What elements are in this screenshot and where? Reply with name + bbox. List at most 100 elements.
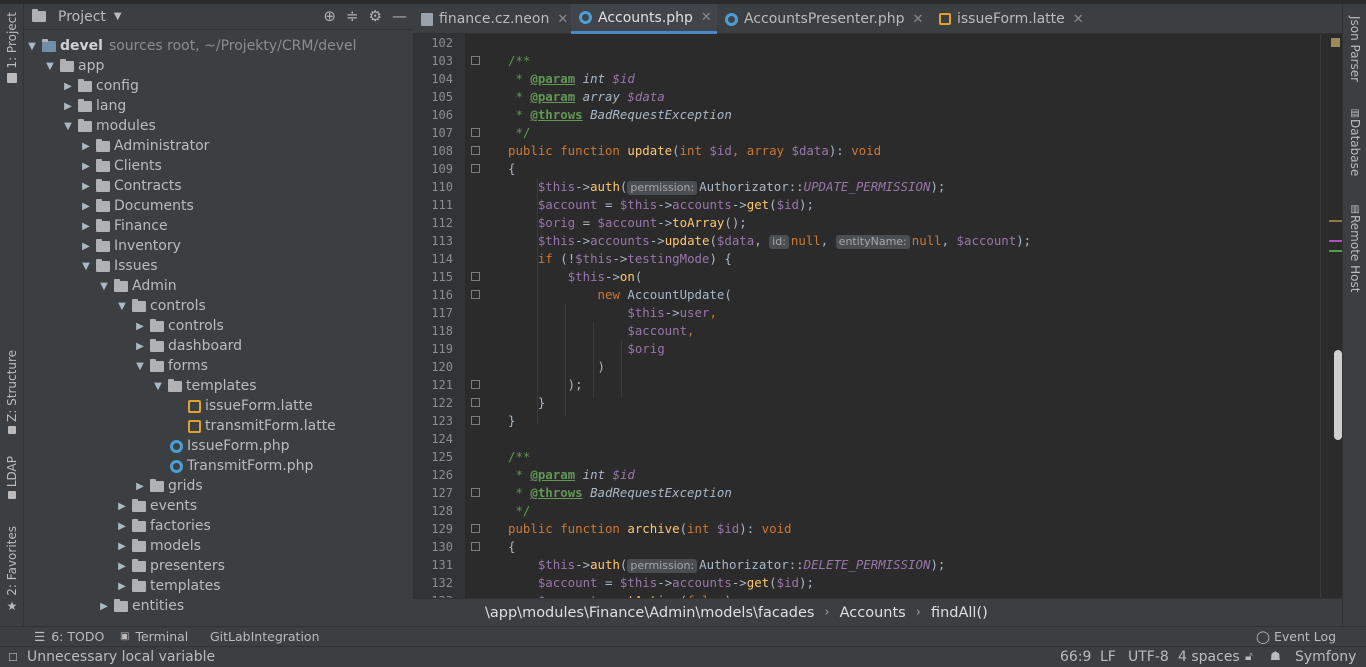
toggle-tool-windows-icon[interactable]: ☐ — [8, 651, 18, 664]
close-icon[interactable]: ✕ — [913, 12, 924, 27]
event-log-button[interactable]: ◯ Event Log — [1256, 629, 1336, 644]
project-view-selector[interactable]: Project ▼ — [58, 9, 122, 25]
tree-node[interactable]: ▼ forms — [134, 356, 208, 376]
chevron-right-icon[interactable]: ▶ — [134, 341, 146, 352]
remote-host-tool-tab[interactable]: ▥ Remote Host — [1343, 204, 1366, 292]
json-parser-tool-tab[interactable]: Json Parser — [1343, 16, 1366, 82]
collapse-all-icon[interactable]: ≑ — [346, 7, 359, 25]
tree-node[interactable]: ▼ app — [44, 56, 104, 76]
database-tool-tab[interactable]: ▤ Database — [1343, 108, 1366, 176]
tree-node[interactable]: ▶ lang — [62, 96, 126, 116]
locate-icon[interactable]: ⊕ — [323, 7, 336, 25]
fold-marker-icon[interactable] — [471, 488, 480, 497]
tree-node[interactable]: ▶ Contracts — [80, 176, 181, 196]
breadcrumb-class[interactable]: Accounts — [840, 605, 906, 621]
tree-node[interactable]: ▶ dashboard — [134, 336, 242, 356]
chevron-down-icon[interactable]: ▼ — [80, 261, 92, 272]
project-tool-tab[interactable]: 1: Project — [0, 12, 24, 83]
tree-node[interactable]: ▶ presenters — [116, 556, 225, 576]
tab-accounts-php[interactable]: Accounts.php ✕ — [571, 4, 717, 34]
caret-position[interactable]: 66:9 — [1060, 649, 1091, 665]
tree-node[interactable]: ▶ factories — [116, 516, 211, 536]
tab-issueform-latte[interactable]: issueForm.latte ✕ — [931, 4, 1101, 34]
inspection-status-icon[interactable] — [1331, 38, 1340, 47]
chevron-right-icon[interactable]: ▶ — [62, 81, 74, 92]
chevron-down-icon[interactable]: ▼ — [134, 361, 146, 372]
terminal-tool-button[interactable]: ▣ Terminal — [120, 629, 188, 644]
fold-marker-icon[interactable] — [471, 128, 480, 137]
framework-indicator[interactable]: Symfony — [1295, 649, 1356, 665]
tree-node[interactable]: ▼ templates — [152, 376, 256, 396]
tree-node[interactable]: ▶ templates — [116, 576, 220, 596]
chevron-right-icon[interactable]: ▶ — [116, 541, 128, 552]
fold-marker-icon[interactable] — [471, 416, 480, 425]
tree-node[interactable]: ▶ Administrator — [80, 136, 209, 156]
tree-node[interactable]: ▶ Documents — [80, 196, 194, 216]
fold-marker-icon[interactable] — [471, 542, 480, 551]
tree-node[interactable]: ▶ Finance — [80, 216, 167, 236]
tree-node[interactable]: ▶ Inventory — [80, 236, 181, 256]
todo-tool-button[interactable]: ☰ 6: TODO — [34, 629, 104, 644]
breadcrumb-namespace[interactable]: \app\modules\Finance\Admin\models\facade… — [485, 605, 814, 621]
close-icon[interactable]: ✕ — [1073, 12, 1084, 27]
chevron-right-icon[interactable]: ▶ — [116, 521, 128, 532]
chevron-right-icon[interactable]: ▶ — [80, 181, 92, 192]
fold-marker-icon[interactable] — [471, 524, 480, 533]
change-marker[interactable] — [1329, 240, 1342, 242]
tree-node-file[interactable]: transmitForm.latte — [182, 416, 336, 436]
tree-node[interactable]: ▶ entities — [98, 596, 184, 616]
structure-tool-tab[interactable]: Z: Structure — [0, 350, 24, 434]
fold-marker-icon[interactable] — [471, 272, 480, 281]
close-icon[interactable]: ✕ — [701, 10, 712, 25]
fold-marker-icon[interactable] — [471, 146, 480, 155]
tree-node[interactable]: ▶ controls — [134, 316, 224, 336]
file-encoding[interactable]: UTF-8 — [1128, 649, 1169, 665]
tree-node-file[interactable]: issueForm.latte — [182, 396, 313, 416]
tree-node[interactable]: ▶ models — [116, 536, 201, 556]
indent-setting[interactable]: 4 spaces — [1178, 649, 1240, 665]
lock-icon[interactable]: 🔓︎ — [1245, 649, 1253, 664]
fold-marker-icon[interactable] — [471, 56, 480, 65]
fold-marker-icon[interactable] — [471, 380, 480, 389]
close-icon[interactable]: ✕ — [557, 12, 568, 27]
tree-node[interactable]: ▼ modules — [62, 116, 156, 136]
chevron-right-icon[interactable]: ▶ — [98, 601, 110, 612]
chevron-right-icon[interactable]: ▶ — [80, 141, 92, 152]
tree-node-file[interactable]: IssueForm.php — [164, 436, 290, 456]
chevron-down-icon[interactable]: ▼ — [116, 301, 128, 312]
gitlab-tool-button[interactable]: GitLabIntegration — [210, 629, 320, 644]
chevron-down-icon[interactable]: ▼ — [26, 41, 38, 52]
line-separator[interactable]: LF — [1100, 649, 1116, 665]
chevron-right-icon[interactable]: ▶ — [62, 101, 74, 112]
gear-icon[interactable]: ⚙ — [369, 7, 382, 25]
tree-node[interactable]: ▶ grids — [134, 476, 203, 496]
code-editor[interactable]: 102 103 104 105 106 107 108 109 110 111 … — [413, 34, 1342, 598]
tree-node[interactable]: ▼ Admin — [98, 276, 176, 296]
favorites-tool-tab[interactable]: 2: Favorites ★ — [0, 526, 24, 613]
tree-node[interactable]: ▼ Issues — [80, 256, 157, 276]
fold-marker-icon[interactable] — [471, 290, 480, 299]
chevron-right-icon[interactable]: ▶ — [116, 581, 128, 592]
fold-marker-icon[interactable] — [471, 398, 480, 407]
change-marker[interactable] — [1329, 250, 1342, 252]
tree-node[interactable]: ▶ events — [116, 496, 197, 516]
chevron-right-icon[interactable]: ▶ — [80, 241, 92, 252]
tree-node[interactable]: ▼ devel sources root, ~/Projekty/CRM/devel — [26, 36, 356, 56]
hide-panel-icon[interactable]: — — [392, 7, 407, 25]
tree-node[interactable]: ▶ Clients — [80, 156, 162, 176]
fold-marker-icon[interactable] — [471, 164, 480, 173]
chevron-right-icon[interactable]: ▶ — [80, 221, 92, 232]
chevron-right-icon[interactable]: ▶ — [80, 161, 92, 172]
chevron-down-icon[interactable]: ▼ — [44, 61, 56, 72]
ldap-tool-tab[interactable]: LDAP — [0, 456, 24, 500]
tab-finance-neon[interactable]: finance.cz.neon ✕ — [413, 4, 571, 34]
tree-node[interactable]: ▼ controls — [116, 296, 206, 316]
inspector-icon[interactable]: ☗ — [1270, 649, 1281, 663]
warning-marker[interactable] — [1329, 220, 1342, 222]
chevron-right-icon[interactable]: ▶ — [80, 201, 92, 212]
chevron-right-icon[interactable]: ▶ — [116, 501, 128, 512]
chevron-right-icon[interactable]: ▶ — [134, 481, 146, 492]
chevron-down-icon[interactable]: ▼ — [98, 281, 110, 292]
chevron-right-icon[interactable]: ▶ — [134, 321, 146, 332]
editor-scrollbar-thumb[interactable] — [1334, 350, 1342, 440]
